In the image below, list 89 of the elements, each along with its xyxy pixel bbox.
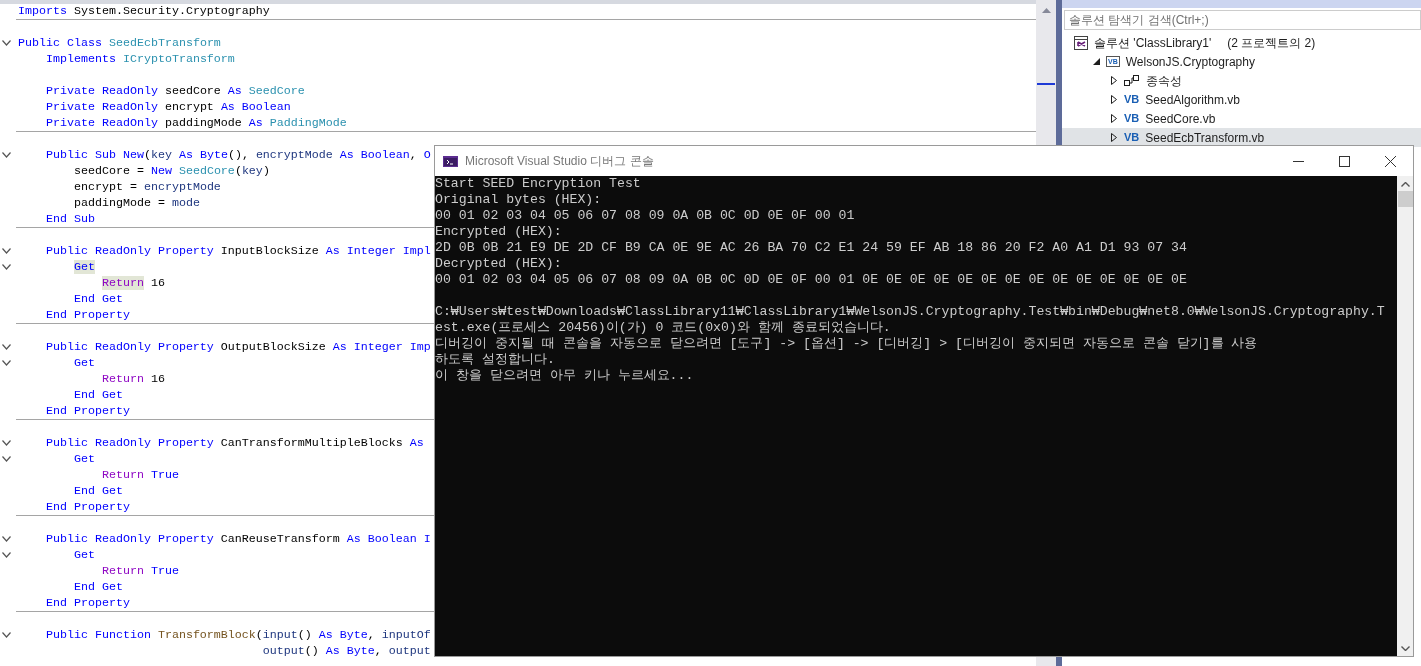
console-line: 하도록 설정합니다. bbox=[435, 352, 556, 368]
code-line: End Property bbox=[44, 595, 130, 611]
code-line: Public ReadOnly Property OutputBlockSize As Integer Imp bbox=[44, 339, 431, 355]
code-line: Get bbox=[72, 451, 95, 467]
scroll-down-icon[interactable] bbox=[1400, 646, 1410, 651]
console-line: 00 01 02 03 04 05 06 07 08 09 0A 0B 0C 0D 0E 0F 00 01 bbox=[435, 208, 856, 224]
code-line: Get bbox=[72, 355, 95, 371]
tree-label: SeedCore.vb bbox=[1145, 112, 1216, 125]
collapse-icon[interactable] bbox=[2, 248, 11, 254]
scroll-up-icon[interactable] bbox=[1041, 8, 1051, 13]
code-line: End Get bbox=[72, 483, 123, 499]
collapsed-icon[interactable] bbox=[1111, 114, 1117, 123]
code-line: Return 16 bbox=[100, 371, 165, 387]
code-line: Return True bbox=[100, 563, 179, 579]
tree-item[interactable]: 솔루션 'ClassLibrary1' (2 프로젝트의 2) bbox=[1062, 33, 1421, 52]
collapse-icon[interactable] bbox=[2, 152, 11, 158]
tree-item[interactable]: VB SeedAlgorithm.vb bbox=[1062, 90, 1421, 109]
window-title: Microsoft Visual Studio 디버그 콘솔 bbox=[465, 152, 654, 170]
code-line: output() As Byte, output bbox=[261, 643, 431, 659]
code-line: Implements ICryptoTransform bbox=[44, 51, 235, 67]
collapsed-icon[interactable] bbox=[1111, 76, 1117, 85]
tree-label: SeedEcbTransform.vb bbox=[1145, 131, 1265, 144]
expanded-icon[interactable] bbox=[1092, 58, 1100, 65]
code-line: Public ReadOnly Property InputBlockSize As Integer Impl bbox=[44, 243, 431, 259]
console-line: C:₩Users₩test₩Downloads₩ClassLibrary11₩ClassLibrary1₩WelsonJS.Cryptography.Test₩bin₩Debug₩net8.0₩WelsonJS.Cryptography.T bbox=[435, 304, 1386, 320]
file-type-label: VB bbox=[1124, 132, 1140, 143]
collapse-icon[interactable] bbox=[2, 440, 11, 446]
file-type-label: VB bbox=[1124, 113, 1140, 124]
collapse-icon[interactable] bbox=[2, 552, 11, 558]
code-line: paddingMode = mode bbox=[72, 195, 200, 211]
code-line: Private ReadOnly seedCore As SeedCore bbox=[44, 83, 305, 99]
console-line: Encrypted (HEX): bbox=[435, 224, 563, 240]
tree-item[interactable]: VB SeedEcbTransform.vb bbox=[1062, 128, 1421, 147]
code-line: Imports System.Security.Cryptography bbox=[18, 4, 270, 19]
scroll-thumb[interactable] bbox=[1397, 191, 1413, 207]
solution-icon bbox=[1074, 35, 1088, 50]
code-line: Return 16 bbox=[100, 275, 165, 291]
close-icon[interactable] bbox=[1384, 155, 1396, 167]
console-line: 이 창을 닫으려면 아무 키나 누르세요... bbox=[435, 368, 695, 384]
collapse-icon[interactable] bbox=[2, 40, 11, 46]
code-line: Public ReadOnly Property CanReuseTransform As Boolean I bbox=[44, 531, 431, 547]
code-line: Public ReadOnly Property CanTransformMultipleBlocks As bbox=[44, 435, 424, 451]
code-line: End Property bbox=[44, 307, 130, 323]
code-line: Private ReadOnly paddingMode As PaddingMode bbox=[44, 115, 347, 131]
console-line: Start SEED Encryption Test bbox=[435, 176, 642, 192]
tree-detail: (2 프로젝트의 2) bbox=[1227, 36, 1316, 49]
code-line: End Property bbox=[44, 403, 130, 419]
code-line: End Sub bbox=[44, 211, 95, 227]
maximize-icon[interactable] bbox=[1338, 155, 1350, 167]
dependencies-icon bbox=[1124, 75, 1140, 86]
collapse-icon[interactable] bbox=[2, 632, 11, 638]
console-line: est.exe(프로세스 20456)이(가) 0 코드(0x0)와 함께 종료되었습니다. bbox=[435, 320, 892, 336]
collapse-icon[interactable] bbox=[2, 360, 11, 366]
collapse-icon[interactable] bbox=[2, 536, 11, 542]
code-line: End Get bbox=[72, 291, 123, 307]
console-line: Original bytes (HEX): bbox=[435, 192, 603, 208]
tree-label: WelsonJS.Cryptography bbox=[1125, 55, 1255, 68]
collapsed-icon[interactable] bbox=[1111, 95, 1117, 104]
tree-item[interactable]: 종속성 bbox=[1062, 71, 1421, 90]
collapsed-icon[interactable] bbox=[1111, 133, 1117, 142]
code-line: Return True bbox=[100, 467, 179, 483]
code-line: encrypt = encryptMode bbox=[72, 179, 221, 195]
code-line: Public Sub New(key As Byte(), encryptMode As Boolean, O bbox=[44, 147, 431, 163]
file-type-label: VB bbox=[1124, 94, 1140, 105]
minimize-icon[interactable] bbox=[1292, 160, 1304, 162]
tree-item[interactable]: VB SeedCore.vb bbox=[1062, 109, 1421, 128]
code-line: Public Class SeedEcbTransform bbox=[18, 35, 221, 51]
console-line: 디버깅이 중지될 때 콘솔을 자동으로 닫으려면 [도구] -> [옵션] -> [디버깅] > [디버깅이 중지되면 자동으로 콘솔 닫기]를 사용 bbox=[435, 336, 1259, 352]
code-line: End Get bbox=[72, 579, 123, 595]
search-field[interactable]: 솔루션 탐색기 검색(Ctrl+;) bbox=[1064, 10, 1421, 30]
scrollbar[interactable] bbox=[1397, 176, 1413, 656]
collapse-icon[interactable] bbox=[2, 264, 11, 270]
code-line: End Get bbox=[72, 387, 123, 403]
console-icon bbox=[443, 155, 458, 167]
code-line: Get bbox=[72, 547, 95, 563]
tree-label: SeedAlgorithm.vb bbox=[1145, 93, 1240, 106]
console-line: Decrypted (HEX): bbox=[435, 256, 563, 272]
collapse-icon[interactable] bbox=[2, 344, 11, 350]
code-line: seedCore = New SeedCore(key) bbox=[72, 163, 270, 179]
collapse-icon[interactable] bbox=[2, 456, 11, 462]
scroll-up-icon[interactable] bbox=[1400, 182, 1410, 187]
code-line: End Property bbox=[44, 499, 130, 515]
code-line: Private ReadOnly encrypt As Boolean bbox=[44, 99, 291, 115]
tree-label: 솔루션 'ClassLibrary1' bbox=[1094, 36, 1212, 49]
tree-label: 종속성 bbox=[1146, 74, 1182, 87]
code-line: Public Function TransformBlock(input() As Byte, inputOf bbox=[44, 627, 431, 643]
scroll-marker bbox=[1037, 83, 1055, 85]
console-line: 2D 0B 0B 21 E9 DE 2D CF B9 CA 0E 9E AC 26 BA 70 C2 E1 24 59 EF AB 18 86 20 F2 A0 A1 D1 93 07 34 bbox=[435, 240, 1188, 256]
console-line: 00 01 02 03 04 05 06 07 08 09 0A 0B 0C 0D 0E 0F 00 01 0E 0E 0E 0E 0E 0E 0E 0E 0E 0E 0E 0E 0E 0E bbox=[435, 272, 1188, 288]
